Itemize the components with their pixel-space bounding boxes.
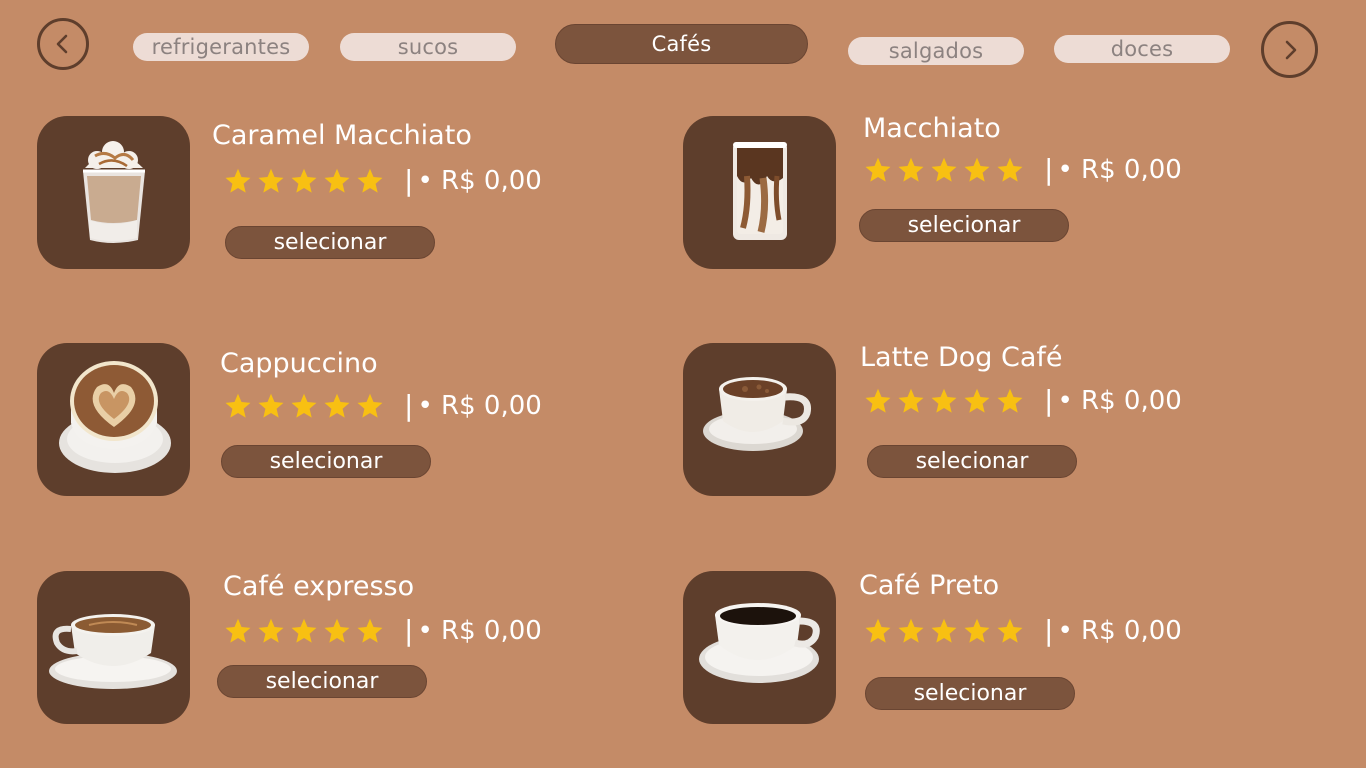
star-icon <box>357 393 383 418</box>
star-icon <box>258 618 284 643</box>
star-icon <box>225 393 251 418</box>
star-icon <box>931 157 957 182</box>
select-button[interactable]: selecionar <box>865 677 1075 710</box>
product-rating-row: | • R$ 0,00 <box>864 614 1182 647</box>
product-rating-row: | • R$ 0,00 <box>224 389 542 422</box>
black-coffee-cup-image <box>683 571 836 724</box>
star-icon <box>291 393 317 418</box>
star-icon <box>964 157 990 182</box>
star-rating <box>224 167 384 195</box>
star-icon <box>898 618 924 643</box>
product-name: Caramel Macchiato <box>212 120 472 151</box>
tab-salgados[interactable]: salgados <box>848 37 1024 65</box>
select-button[interactable]: selecionar <box>225 226 435 259</box>
star-icon <box>324 168 350 193</box>
select-button[interactable]: selecionar <box>217 665 427 698</box>
star-icon <box>357 168 383 193</box>
chevron-left-icon <box>56 34 68 54</box>
star-icon <box>225 618 251 643</box>
star-icon <box>291 168 317 193</box>
star-icon <box>898 157 924 182</box>
star-icon <box>865 157 891 182</box>
tab-sucos[interactable]: sucos <box>340 33 516 61</box>
select-button[interactable]: selecionar <box>859 209 1069 242</box>
separator: | <box>1044 153 1054 186</box>
star-icon <box>931 388 957 413</box>
star-icon <box>931 618 957 643</box>
star-icon <box>324 618 350 643</box>
tab-cafes[interactable]: Cafés <box>555 24 808 64</box>
product-price: • R$ 0,00 <box>1057 615 1182 646</box>
star-icon <box>898 388 924 413</box>
star-icon <box>997 157 1023 182</box>
star-icon <box>258 393 284 418</box>
separator: | <box>404 614 414 647</box>
star-icon <box>865 388 891 413</box>
espresso-cup-saucer-image <box>37 571 190 724</box>
star-icon <box>865 618 891 643</box>
product-name: Café Preto <box>859 570 1000 601</box>
star-icon <box>997 618 1023 643</box>
product-price: • R$ 0,00 <box>417 165 542 196</box>
latte-cup-saucer-image <box>683 343 836 496</box>
select-button[interactable]: selecionar <box>221 445 431 478</box>
product-rating-row: | • R$ 0,00 <box>224 164 542 197</box>
product-price: • R$ 0,00 <box>417 390 542 421</box>
star-rating <box>864 617 1024 645</box>
next-category-button[interactable] <box>1261 21 1318 78</box>
product-price: • R$ 0,00 <box>1057 154 1182 185</box>
coffee-menu-page: refrigerantes sucos Cafés salgados doces… <box>0 0 1366 768</box>
product-name: Macchiato <box>863 113 1001 144</box>
separator: | <box>1044 614 1054 647</box>
star-icon <box>324 393 350 418</box>
tab-doces[interactable]: doces <box>1054 35 1230 63</box>
iced-macchiato-glass-image <box>683 116 836 269</box>
separator: | <box>404 164 414 197</box>
product-name: Café expresso <box>223 571 415 602</box>
separator: | <box>1044 384 1054 417</box>
product-name: Latte Dog Café <box>860 342 1063 373</box>
product-rating-row: | • R$ 0,00 <box>224 614 542 647</box>
select-button[interactable]: selecionar <box>867 445 1077 478</box>
iced-caramel-macchiato-image <box>37 116 190 269</box>
product-rating-row: | • R$ 0,00 <box>864 384 1182 417</box>
separator: | <box>404 389 414 422</box>
star-icon <box>258 168 284 193</box>
tab-refrigerantes[interactable]: refrigerantes <box>133 33 309 61</box>
chevron-right-icon <box>1285 40 1296 59</box>
star-rating <box>224 392 384 420</box>
star-icon <box>997 388 1023 413</box>
cappuccino-latte-art-image <box>37 343 190 496</box>
product-price: • R$ 0,00 <box>417 615 542 646</box>
star-icon <box>291 618 317 643</box>
product-price: • R$ 0,00 <box>1057 385 1182 416</box>
star-rating <box>864 387 1024 415</box>
star-icon <box>357 618 383 643</box>
product-rating-row: | • R$ 0,00 <box>864 153 1182 186</box>
star-icon <box>964 388 990 413</box>
star-icon <box>964 618 990 643</box>
product-name: Cappuccino <box>220 348 378 379</box>
star-rating <box>224 617 384 645</box>
star-icon <box>225 168 251 193</box>
star-rating <box>864 156 1024 184</box>
prev-category-button[interactable] <box>37 18 89 70</box>
